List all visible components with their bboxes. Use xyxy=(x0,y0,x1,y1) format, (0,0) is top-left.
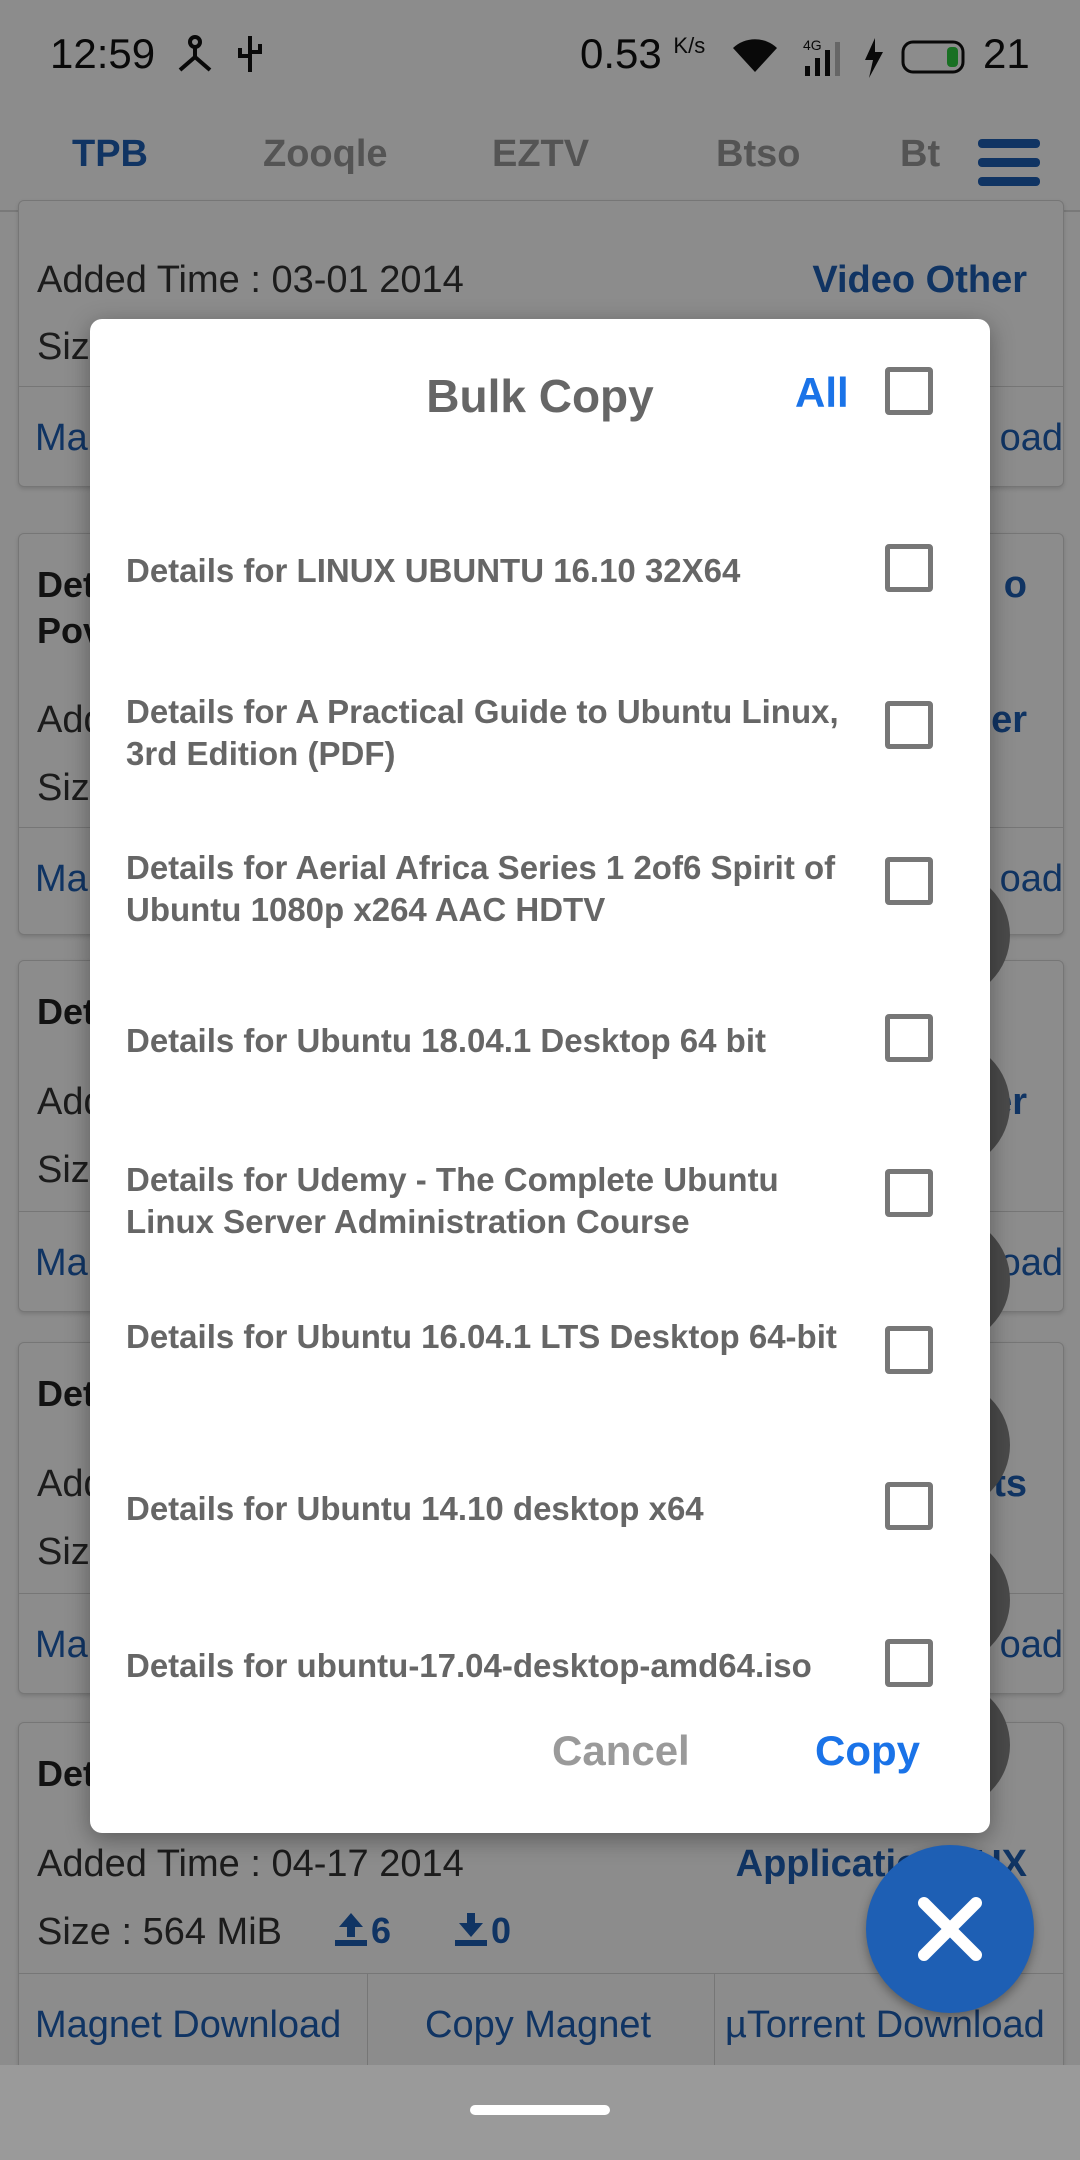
cancel-button[interactable]: Cancel xyxy=(552,1727,690,1775)
item-label: Details for Aerial Africa Series 1 2of6 … xyxy=(126,849,836,928)
item-checkbox[interactable] xyxy=(885,1169,933,1217)
list-item[interactable]: Details for LINUX UBUNTU 16.10 32X64 xyxy=(126,544,946,614)
item-checkbox[interactable] xyxy=(885,544,933,592)
item-label: Details for Ubuntu 14.10 desktop x64 xyxy=(126,1490,704,1527)
item-checkbox[interactable] xyxy=(885,1326,933,1374)
list-item[interactable]: Details for Ubuntu 16.04.1 LTS Desktop 6… xyxy=(126,1318,946,1416)
item-label: Details for A Practical Guide to Ubuntu … xyxy=(126,693,839,772)
item-label: Details for ubuntu-17.04-desktop-amd64.i… xyxy=(126,1647,812,1684)
item-checkbox[interactable] xyxy=(885,1482,933,1530)
item-label: Details for Udemy - The Complete Ubuntu … xyxy=(126,1161,779,1240)
item-label: Details for Ubuntu 18.04.1 Desktop 64 bi… xyxy=(126,1022,766,1059)
list-item[interactable]: Details for ubuntu-17.04-desktop-amd64.i… xyxy=(126,1639,946,1689)
home-gesture-bar[interactable] xyxy=(470,2105,610,2115)
item-label: Details for Ubuntu 16.04.1 LTS Desktop 6… xyxy=(126,1318,837,1355)
dialog-title: Bulk Copy xyxy=(426,370,654,422)
list-item[interactable]: Details for Aerial Africa Series 1 2of6 … xyxy=(126,849,946,947)
item-checkbox[interactable] xyxy=(885,1639,933,1687)
select-all-label[interactable]: All xyxy=(795,369,849,417)
copy-button[interactable]: Copy xyxy=(815,1727,920,1775)
item-checkbox[interactable] xyxy=(885,1014,933,1062)
close-icon xyxy=(918,1897,982,1961)
item-checkbox[interactable] xyxy=(885,701,933,749)
torrent-list: Details for LINUX UBUNTU 16.10 32X64 Det… xyxy=(90,479,990,1689)
select-all-checkbox[interactable] xyxy=(885,367,933,415)
list-item[interactable]: Details for Ubuntu 18.04.1 Desktop 64 bi… xyxy=(126,1014,946,1084)
list-item[interactable]: Details for Udemy - The Complete Ubuntu … xyxy=(126,1161,946,1259)
list-item[interactable]: Details for A Practical Guide to Ubuntu … xyxy=(126,693,946,791)
bulk-copy-dialog: Bulk Copy All Details for LINUX UBUNTU 1… xyxy=(90,319,990,1833)
item-label: Details for LINUX UBUNTU 16.10 32X64 xyxy=(126,552,741,589)
close-fab-button[interactable] xyxy=(866,1845,1034,2013)
item-checkbox[interactable] xyxy=(885,857,933,905)
list-item[interactable]: Details for Ubuntu 14.10 desktop x64 xyxy=(126,1482,946,1552)
system-nav-bar xyxy=(0,2065,1080,2160)
